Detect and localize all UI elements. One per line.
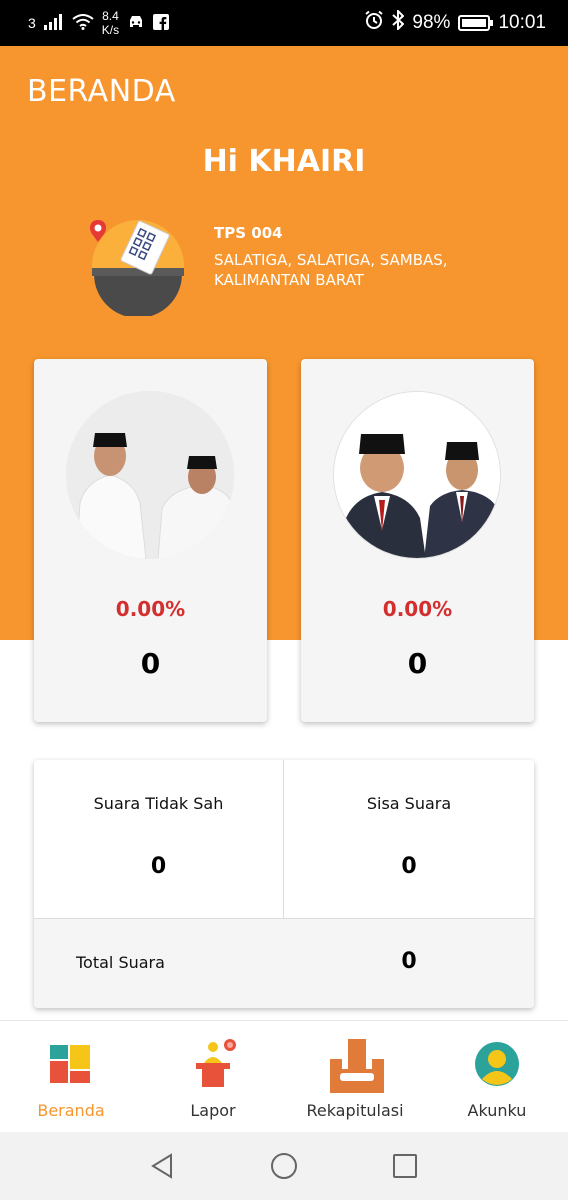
candidate-votes-2: 0 xyxy=(407,647,428,680)
nav-item-lapor[interactable]: Lapor xyxy=(142,1021,284,1133)
system-navigation-bar xyxy=(0,1132,568,1200)
car-icon xyxy=(127,14,145,33)
candidate-percent-2: 0.00% xyxy=(382,597,453,621)
candidate-percent-1: 0.00% xyxy=(115,597,186,621)
tps-name: TPS 004 xyxy=(214,224,283,242)
battery-percent: 98% xyxy=(412,12,451,33)
bluetooth-icon xyxy=(392,8,405,36)
ballot-box-icon xyxy=(328,1039,386,1093)
status-left: 3 8.4 K/s xyxy=(28,0,170,46)
status-bar: 3 8.4 K/s 98% 10:01 xyxy=(0,0,568,46)
total-votes-value: 0 xyxy=(401,949,417,974)
candidate-card-2[interactable]: 0.00% 0 xyxy=(301,359,534,722)
nav-item-beranda[interactable]: Beranda xyxy=(0,1021,142,1133)
invalid-votes-label: Suara Tidak Sah xyxy=(93,794,224,813)
speed-value: 8.4 xyxy=(102,9,119,23)
nav-label-beranda: Beranda xyxy=(37,1101,105,1120)
speed-unit: K/s xyxy=(101,23,120,37)
remaining-votes-label: Sisa Suara xyxy=(366,794,452,813)
battery-level-fill xyxy=(462,19,486,27)
network-speed: 8.4 K/s xyxy=(102,9,119,37)
back-icon[interactable] xyxy=(147,1151,177,1181)
candidate-photo-2 xyxy=(333,391,501,559)
remaining-votes-cell: Sisa Suara 0 xyxy=(284,760,534,918)
vote-summary: Suara Tidak Sah 0 Sisa Suara 0 Total Sua… xyxy=(34,760,534,1008)
nav-item-akunku[interactable]: Akunku xyxy=(426,1021,568,1133)
status-right: 98% 10:01 xyxy=(364,0,546,46)
battery-icon xyxy=(458,15,494,31)
clock: 10:01 xyxy=(498,12,546,33)
greeting: Hi KHAIRI xyxy=(202,144,366,179)
candidate-votes-1: 0 xyxy=(140,647,161,680)
bottom-navigation: Beranda Lapor Rekapitulasi Akunku xyxy=(0,1020,568,1132)
recents-icon[interactable] xyxy=(390,1151,420,1181)
nav-label-rekapitulasi: Rekapitulasi xyxy=(306,1101,404,1120)
facebook-icon xyxy=(153,13,170,33)
nav-label-akunku: Akunku xyxy=(467,1101,527,1120)
tps-location: SALATIGA, SALATIGA, SAMBAS, KALIMANTAN B… xyxy=(214,251,448,289)
invalid-votes-cell: Suara Tidak Sah 0 xyxy=(34,760,284,918)
invalid-votes-value: 0 xyxy=(150,854,167,879)
remaining-votes-value: 0 xyxy=(401,854,417,879)
network-indicator: 3 xyxy=(28,15,36,31)
ballot-box-illustration-icon xyxy=(88,216,188,318)
candidate-card-1[interactable]: 0.00% 0 xyxy=(34,359,267,722)
report-podium-icon xyxy=(188,1039,238,1089)
candidate-photo-1 xyxy=(66,391,234,559)
total-votes-label: Total Suara xyxy=(76,953,165,972)
alarm-icon xyxy=(364,10,384,36)
signal-icon xyxy=(43,13,64,33)
total-votes-row: Total Suara 0 xyxy=(34,918,534,1008)
home-icon[interactable] xyxy=(269,1151,299,1181)
page-title: BERANDA xyxy=(27,74,176,109)
wifi-icon xyxy=(72,13,94,33)
account-icon xyxy=(472,1039,522,1089)
nav-item-rekapitulasi[interactable]: Rekapitulasi xyxy=(284,1021,426,1133)
home-grid-icon xyxy=(46,1039,96,1089)
nav-label-lapor: Lapor xyxy=(190,1101,236,1120)
